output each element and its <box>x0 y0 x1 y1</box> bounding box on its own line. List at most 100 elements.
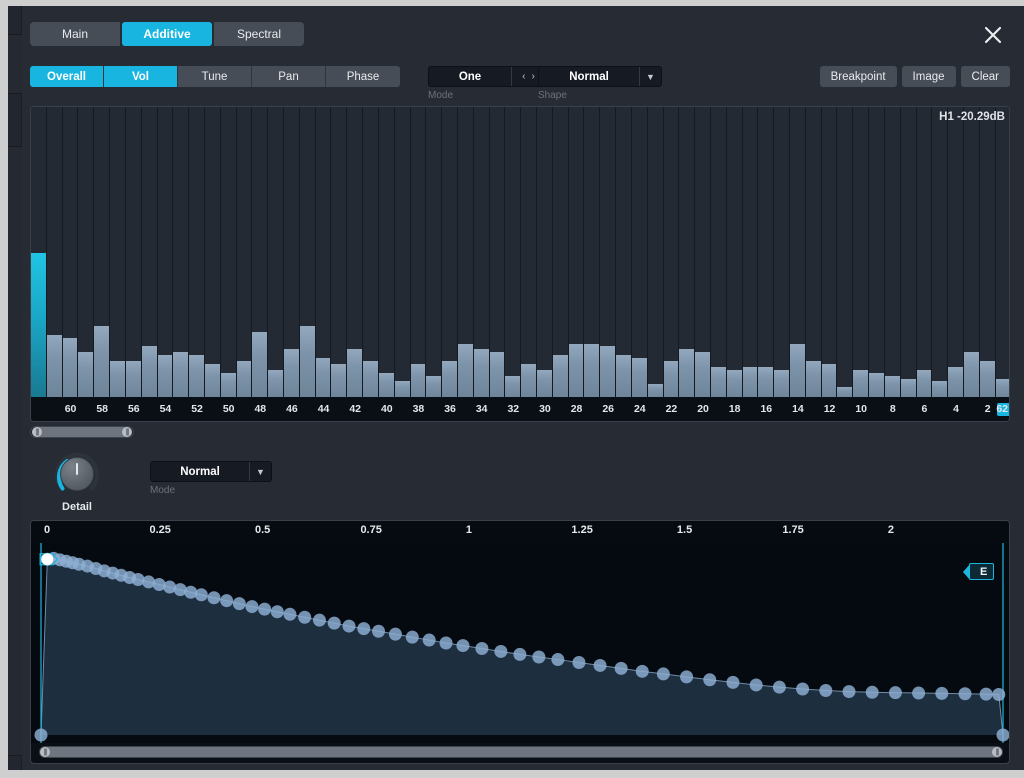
harmonic-bar[interactable] <box>442 107 458 399</box>
harmonic-bar[interactable] <box>221 107 237 399</box>
harmonic-bar[interactable] <box>885 107 901 399</box>
envelope-point[interactable] <box>207 591 220 604</box>
harmonic-bar[interactable] <box>600 107 616 399</box>
envelope-point[interactable] <box>889 686 902 699</box>
harmonic-bar[interactable] <box>458 107 474 399</box>
shape-combo[interactable]: Normal ▼ <box>538 66 662 87</box>
tab-main[interactable]: Main <box>30 22 120 46</box>
harmonic-bar[interactable] <box>632 107 648 399</box>
envelope-point[interactable] <box>389 628 402 641</box>
scroll-grip-right[interactable]: ||| <box>122 427 132 437</box>
chevron-left-icon[interactable]: ‹ <box>522 71 525 82</box>
envelope-point[interactable] <box>657 667 670 680</box>
seg-tune[interactable]: Tune <box>178 66 252 87</box>
image-button[interactable]: Image <box>902 66 956 87</box>
mode-combo[interactable]: One ‹ › <box>428 66 546 87</box>
harmonic-bar[interactable] <box>537 107 553 399</box>
harmonic-bar[interactable] <box>316 107 332 399</box>
envelope-point[interactable] <box>313 614 326 627</box>
envelope-point[interactable] <box>551 653 564 666</box>
harmonic-bar[interactable] <box>917 107 933 399</box>
envelope-selected-point[interactable] <box>41 553 53 565</box>
chevron-down-icon[interactable]: ▼ <box>639 67 661 86</box>
harmonic-bar-editor[interactable]: H1 -20.29dB 6058565452504846444240383634… <box>30 106 1010 422</box>
envelope-point[interactable] <box>959 687 972 700</box>
envelope-point[interactable] <box>233 597 246 610</box>
harmonic-bar[interactable] <box>331 107 347 399</box>
harmonic-bar[interactable] <box>806 107 822 399</box>
envelope-point[interactable] <box>475 642 488 655</box>
envelope-canvas[interactable]: E <box>31 543 1010 743</box>
envelope-point[interactable] <box>328 617 341 630</box>
harmonic-bar[interactable] <box>205 107 221 399</box>
envelope-point[interactable] <box>532 650 545 663</box>
envelope-point[interactable] <box>703 673 716 686</box>
tab-spectral[interactable]: Spectral <box>214 22 304 46</box>
envelope-point[interactable] <box>980 688 993 701</box>
envelope-editor[interactable]: 00.250.50.7511.251.51.752 E ||| ||| <box>30 520 1010 764</box>
envelope-point[interactable] <box>343 620 356 633</box>
envelope-point[interactable] <box>406 631 419 644</box>
harmonic-bar[interactable] <box>78 107 94 399</box>
harmonic-bar[interactable] <box>284 107 300 399</box>
envelope-point[interactable] <box>935 687 948 700</box>
harmonic-bar[interactable] <box>411 107 427 399</box>
harmonic-bar[interactable] <box>569 107 585 399</box>
seg-pan[interactable]: Pan <box>252 66 326 87</box>
harmonic-bar[interactable] <box>996 107 1010 399</box>
envelope-point[interactable] <box>572 656 585 669</box>
harmonic-bar[interactable] <box>822 107 838 399</box>
envelope-point[interactable] <box>423 634 436 647</box>
envelope-end-marker[interactable]: E <box>969 563 994 580</box>
scroll-grip-left[interactable]: ||| <box>40 747 50 757</box>
envelope-point[interactable] <box>615 662 628 675</box>
envelope-point[interactable] <box>440 637 453 650</box>
harmonic-bar[interactable] <box>31 107 47 399</box>
envelope-point[interactable] <box>245 600 258 613</box>
harmonic-scrollbar-thumb[interactable]: ||| ||| <box>32 427 132 437</box>
harmonic-bar[interactable] <box>901 107 917 399</box>
harmonic-bar[interactable] <box>711 107 727 399</box>
harmonic-bar[interactable] <box>474 107 490 399</box>
harmonic-bar[interactable] <box>616 107 632 399</box>
harmonic-bar[interactable] <box>142 107 158 399</box>
envelope-point[interactable] <box>357 622 370 635</box>
envelope-point[interactable] <box>773 681 786 694</box>
seg-phase[interactable]: Phase <box>326 66 400 87</box>
envelope-point[interactable] <box>513 648 526 661</box>
envelope-point[interactable] <box>726 676 739 689</box>
harmonic-bar[interactable] <box>63 107 79 399</box>
harmonic-bar[interactable] <box>648 107 664 399</box>
envelope-point[interactable] <box>372 625 385 638</box>
harmonic-bar[interactable] <box>758 107 774 399</box>
harmonic-bar[interactable] <box>490 107 506 399</box>
harmonic-bar[interactable] <box>790 107 806 399</box>
harmonic-bar[interactable] <box>173 107 189 399</box>
harmonic-bar[interactable] <box>189 107 205 399</box>
chevron-right-icon[interactable]: › <box>532 71 535 82</box>
scroll-grip-left[interactable]: ||| <box>32 427 42 437</box>
envelope-point[interactable] <box>298 611 311 624</box>
harmonic-bar[interactable] <box>743 107 759 399</box>
envelope-point[interactable] <box>997 729 1010 742</box>
harmonic-bar[interactable] <box>158 107 174 399</box>
harmonic-bar[interactable] <box>505 107 521 399</box>
harmonic-bar[interactable] <box>679 107 695 399</box>
envelope-point[interactable] <box>750 678 763 691</box>
envelope-point[interactable] <box>456 639 469 652</box>
harmonic-bar[interactable] <box>853 107 869 399</box>
envelope-point[interactable] <box>992 688 1005 701</box>
harmonic-bar[interactable] <box>47 107 63 399</box>
envelope-point[interactable] <box>283 608 296 621</box>
tab-additive[interactable]: Additive <box>122 22 212 46</box>
harmonic-bar[interactable] <box>774 107 790 399</box>
harmonic-bar[interactable] <box>426 107 442 399</box>
envelope-scrollbar-thumb[interactable]: ||| ||| <box>40 747 1002 757</box>
envelope-point[interactable] <box>796 683 809 696</box>
harmonic-bar[interactable] <box>300 107 316 399</box>
detail-knob-body[interactable] <box>60 457 94 491</box>
envelope-point[interactable] <box>35 729 48 742</box>
harmonic-bar[interactable] <box>252 107 268 399</box>
harmonic-bar[interactable] <box>379 107 395 399</box>
envelope-point[interactable] <box>866 686 879 699</box>
